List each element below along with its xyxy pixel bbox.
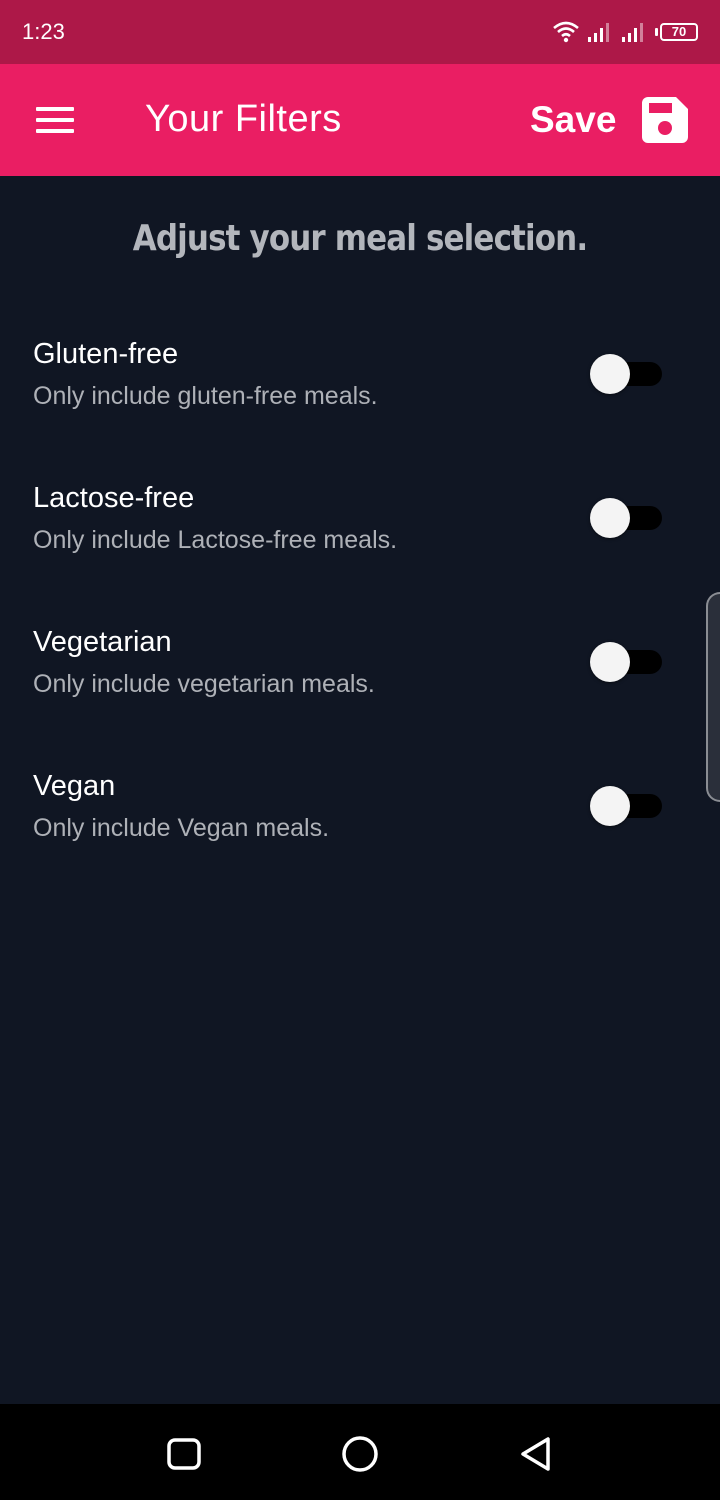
app-bar: Your Filters Save	[0, 64, 720, 176]
battery-icon: 70	[655, 23, 698, 41]
filter-subtitle: Only include vegetarian meals.	[33, 670, 375, 698]
filter-title: Gluten-free	[33, 338, 179, 370]
filter-title: Lactose-free	[33, 482, 195, 514]
signal-icon	[588, 23, 609, 42]
recents-square-icon[interactable]	[164, 1434, 204, 1474]
filter-item-vegetarian[interactable]: Vegetarian Only include vegetarian meals…	[0, 618, 720, 762]
menu-icon[interactable]	[36, 107, 74, 133]
status-bar: 1:23 70	[0, 0, 720, 64]
vegetarian-switch[interactable]	[590, 642, 662, 682]
gluten-free-switch[interactable]	[590, 354, 662, 394]
filter-subtitle: Only include Vegan meals.	[33, 814, 330, 842]
edge-panel-handle[interactable]	[706, 592, 720, 802]
status-icons: 70	[553, 21, 698, 43]
signal-icon	[622, 23, 643, 42]
save-label: Save	[530, 99, 617, 140]
filter-title: Vegetarian	[33, 626, 172, 658]
filter-item-vegan[interactable]: Vegan Only include Vegan meals.	[0, 762, 720, 906]
navigation-bar	[0, 1404, 720, 1500]
status-time: 1:23	[22, 19, 65, 44]
save-button[interactable]: Save	[530, 88, 689, 152]
floppy-disk-icon	[642, 97, 689, 143]
section-heading: Adjust your meal selection.	[132, 218, 588, 259]
filter-title: Vegan	[33, 770, 116, 802]
battery-level: 70	[660, 23, 698, 41]
vegan-switch[interactable]	[590, 786, 662, 826]
filter-subtitle: Only include Lactose-free meals.	[33, 526, 398, 554]
wifi-icon	[553, 21, 579, 43]
filter-item-gluten-free[interactable]: Gluten-free Only include gluten-free mea…	[0, 330, 720, 474]
filter-item-lactose-free[interactable]: Lactose-free Only include Lactose-free m…	[0, 474, 720, 618]
page-title: Your Filters	[145, 98, 342, 140]
lactose-free-switch[interactable]	[590, 498, 662, 538]
back-triangle-icon[interactable]	[516, 1434, 556, 1474]
filter-list: Gluten-free Only include gluten-free mea…	[0, 330, 720, 906]
home-circle-icon[interactable]	[340, 1434, 380, 1474]
filter-subtitle: Only include gluten-free meals.	[33, 382, 378, 410]
